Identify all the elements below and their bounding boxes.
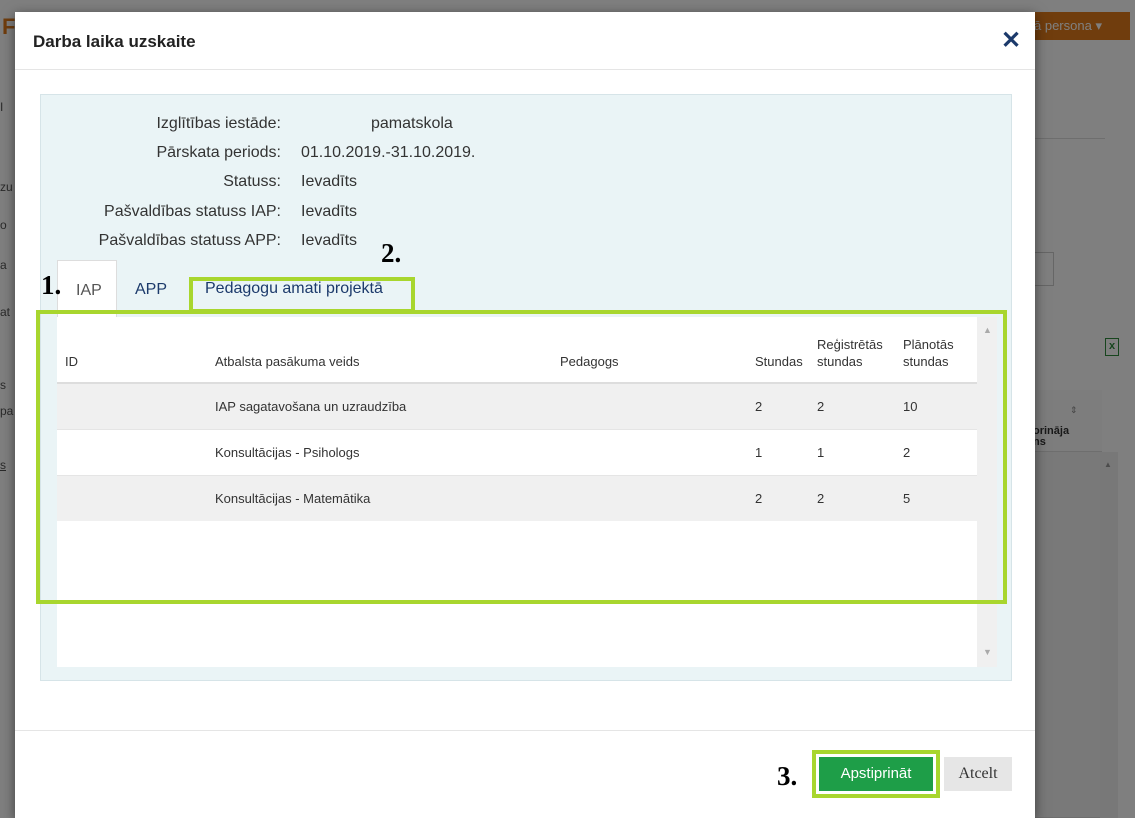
info-value: Ievadīts: [301, 203, 358, 220]
modal-title: Darba laika uzskaite: [33, 32, 196, 51]
info-value: Ievadīts: [301, 232, 358, 249]
tab-label: IAP: [76, 282, 102, 299]
info-label: Izglītības iestāde:: [156, 115, 281, 132]
work-time-modal: Darba laika uzskaite ✕ Izglītības iestād…: [15, 12, 1035, 818]
info-label: Statuss:: [223, 173, 281, 190]
annotation-number-3: 3.: [777, 761, 798, 791]
confirm-button[interactable]: Apstiprināt: [819, 757, 933, 791]
close-icon[interactable]: ✕: [1001, 26, 1021, 55]
info-row-period: Pārskata periods: 01.10.2019.-31.10.2019…: [41, 144, 641, 166]
info-row-status-iap: Pašvaldības statuss IAP: Ievadīts: [41, 203, 641, 225]
annotation-number-2: 2.: [381, 238, 402, 268]
info-label: Pašvaldības statuss IAP:: [104, 203, 281, 220]
info-label: Pārskata periods:: [156, 144, 281, 161]
annotation-number-1: 1.: [41, 270, 62, 300]
modal-header: Darba laika uzskaite ✕: [15, 12, 1035, 70]
scroll-down-icon[interactable]: ▼: [983, 647, 992, 657]
info-row-status: Statuss: Ievadīts: [41, 173, 641, 195]
info-row-status-app: Pašvaldības statuss APP: Ievadīts: [41, 232, 641, 254]
info-row-institution: Izglītības iestāde: pamatskola: [41, 115, 641, 137]
info-value: Ievadīts: [301, 173, 358, 190]
info-value: pamatskola: [371, 115, 453, 132]
highlight-table-box: [36, 310, 1007, 604]
cancel-button[interactable]: Atcelt: [944, 757, 1012, 791]
tab-label: APP: [135, 281, 168, 298]
info-value: 01.10.2019.-31.10.2019.: [301, 144, 476, 161]
highlight-tab-box: [189, 277, 415, 313]
footer-divider: [15, 730, 1035, 731]
info-label: Pašvaldības statuss APP:: [98, 232, 281, 249]
